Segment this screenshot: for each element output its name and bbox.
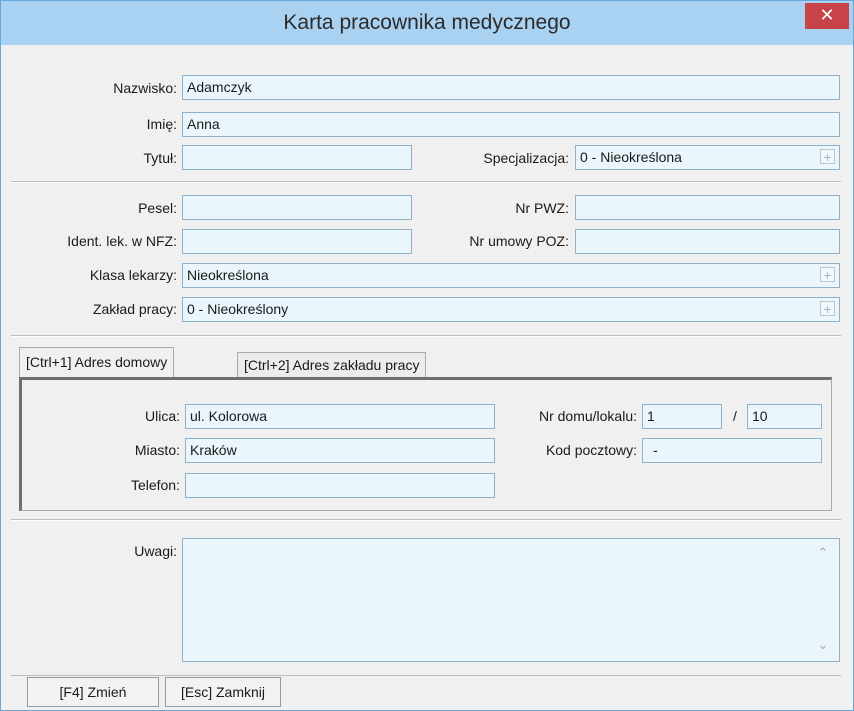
tytul-field[interactable] [182, 145, 412, 170]
klasa-field[interactable]: Nieokreślona + [182, 263, 840, 288]
tab-adres-domowy[interactable]: [Ctrl+1] Adres domowy [19, 347, 175, 377]
imie-field[interactable]: Anna [182, 112, 840, 137]
zaklad-label: Zakład pracy: [92, 301, 177, 317]
ident-nfz-field[interactable] [182, 229, 412, 254]
change-button[interactable]: [F4] Zmień [27, 677, 159, 707]
klasa-label: Klasa lekarzy: [89, 267, 177, 283]
specjalizacja-label: Specjalizacja: [483, 150, 569, 166]
ulica-field[interactable]: ul. Kolorowa [185, 404, 495, 429]
nr-separator: / [733, 408, 737, 424]
close-icon[interactable]: ✕ [805, 3, 849, 29]
specjalizacja-field[interactable]: 0 - Nieokreślona + [575, 145, 840, 170]
zaklad-field[interactable]: 0 - Nieokreślony + [182, 297, 840, 322]
nazwisko-label: Nazwisko: [113, 80, 177, 96]
klasa-value: Nieokreślona [187, 267, 269, 283]
uwagi-textarea[interactable]: ⌃ ⌄ [182, 538, 840, 662]
separator [11, 335, 841, 337]
telefon-field[interactable] [185, 473, 495, 498]
ident-nfz-label: Ident. lek. w NFZ: [67, 233, 177, 249]
nr-lokalu-field[interactable]: 10 [747, 404, 822, 429]
separator [11, 181, 841, 183]
tab-panel: Ulica: ul. Kolorowa Miasto: Kraków Telef… [19, 377, 832, 511]
scroll-up-icon[interactable]: ⌃ [817, 546, 829, 559]
separator [11, 519, 841, 521]
scroll-down-icon[interactable]: ⌄ [817, 638, 829, 651]
miasto-field[interactable]: Kraków [185, 438, 495, 463]
ulica-label: Ulica: [144, 408, 180, 424]
nr-domu-label: Nr domu/lokalu: [538, 408, 637, 424]
tab-adres-zakladu[interactable]: [Ctrl+2] Adres zakładu pracy [237, 352, 427, 377]
tytul-label: Tytuł: [143, 150, 177, 166]
nr-pwz-field[interactable] [575, 195, 840, 220]
dialog-window: Karta pracownika medycznego ✕ Nazwisko: … [0, 0, 854, 711]
imie-label: Imię: [146, 116, 177, 132]
nr-domu-field[interactable]: 1 [642, 404, 722, 429]
kod-pocztowy-field[interactable]: - [642, 438, 822, 463]
klasa-add-icon[interactable]: + [820, 267, 835, 282]
zaklad-value: 0 - Nieokreślony [187, 301, 289, 317]
specjalizacja-add-icon[interactable]: + [820, 149, 835, 164]
pesel-field[interactable] [182, 195, 412, 220]
zaklad-add-icon[interactable]: + [820, 301, 835, 316]
window-title: Karta pracownika medycznego [283, 11, 571, 34]
pesel-label: Pesel: [138, 200, 177, 216]
miasto-label: Miasto: [134, 442, 180, 458]
close-button[interactable]: [Esc] Zamknij [165, 677, 281, 707]
telefon-label: Telefon: [130, 477, 180, 493]
title-bar[interactable]: Karta pracownika medycznego ✕ [1, 1, 853, 45]
nr-pwz-label: Nr PWZ: [515, 200, 569, 216]
uwagi-label: Uwagi: [134, 543, 177, 559]
nazwisko-field[interactable]: Adamczyk [182, 75, 840, 100]
nr-umowy-label: Nr umowy POZ: [469, 233, 569, 249]
nr-umowy-field[interactable] [575, 229, 840, 254]
kod-label: Kod pocztowy: [545, 442, 637, 458]
specjalizacja-value: 0 - Nieokreślona [580, 149, 682, 165]
